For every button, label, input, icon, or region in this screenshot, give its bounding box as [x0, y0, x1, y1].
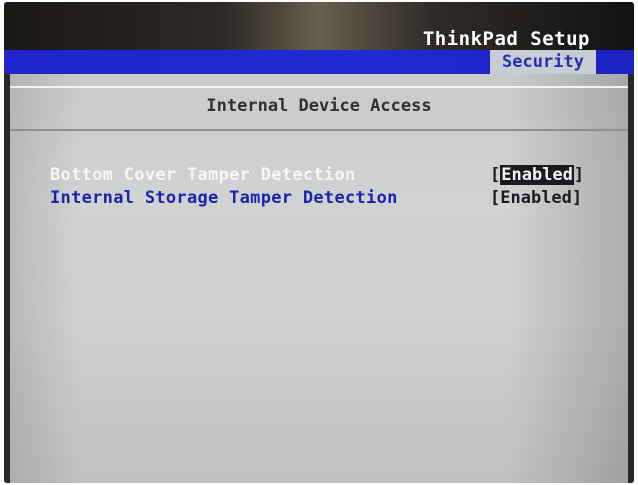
page-title: Internal Device Access [206, 96, 432, 116]
bracket-close: ] [571, 188, 583, 208]
setting-label: Internal Storage Tamper Detection [50, 188, 398, 208]
setting-value-selector[interactable]: [Enabled] [490, 188, 582, 208]
header-divider-bottom [10, 129, 628, 131]
setting-row-bottom-cover-tamper[interactable]: Bottom Cover Tamper Detection [Enabled] [50, 165, 610, 187]
setting-row-internal-storage-tamper[interactable]: Internal Storage Tamper Detection [Enabl… [50, 188, 610, 210]
setting-value[interactable]: Enabled [500, 188, 572, 208]
tab-bar-edge [596, 50, 634, 74]
title-bar: ThinkPad Setup [4, 2, 634, 50]
panel-shading [4, 74, 634, 483]
header-divider-top [10, 86, 628, 88]
setting-value-selector[interactable]: [Enabled] [490, 165, 584, 185]
tab-security[interactable]: Security [490, 50, 596, 74]
setting-value[interactable]: Enabled [500, 165, 574, 185]
bracket-open: [ [490, 188, 501, 208]
bios-screen: ThinkPad Setup Security Internal Device … [4, 2, 634, 483]
bracket-close: ] [573, 165, 585, 185]
left-frame [4, 74, 10, 483]
setting-label: Bottom Cover Tamper Detection [50, 165, 356, 185]
photo-frame: ThinkPad Setup Security Internal Device … [0, 0, 638, 485]
bracket-open: [ [490, 165, 501, 185]
right-frame [628, 74, 634, 483]
setup-title: ThinkPad Setup [422, 28, 590, 50]
